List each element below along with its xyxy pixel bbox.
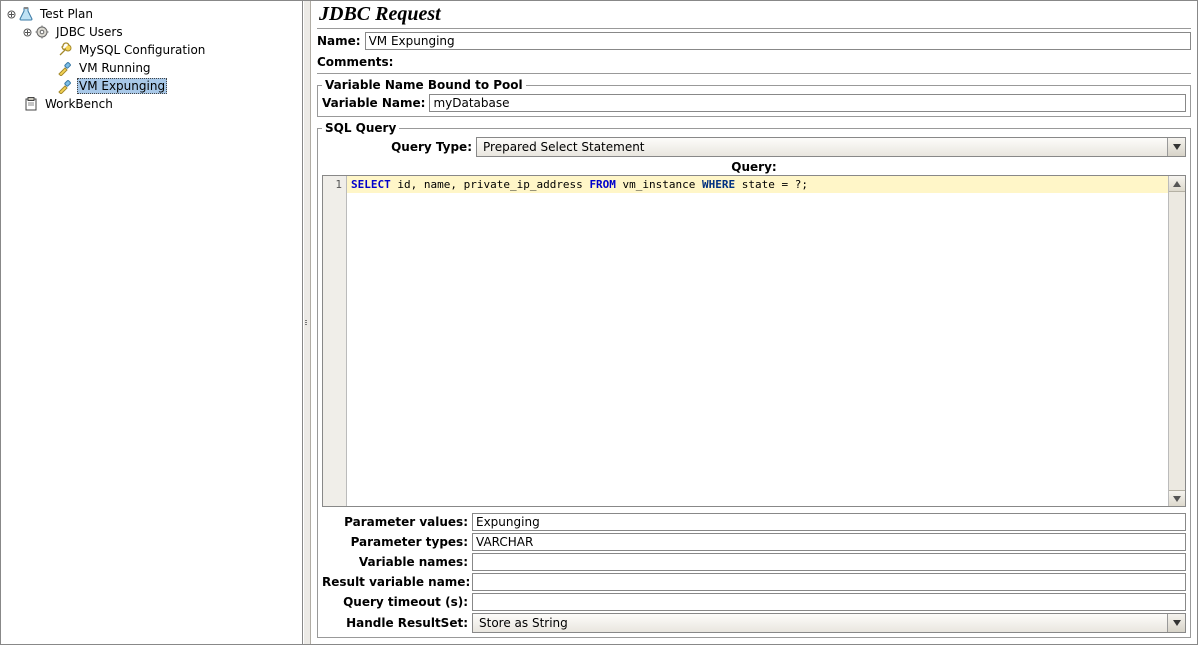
handle-resultset-label: Handle ResultSet:: [322, 616, 472, 630]
tree-toggle-icon[interactable]: [7, 10, 16, 19]
editor-text[interactable]: SELECT id, name, private_ip_address FROM…: [347, 176, 1168, 506]
query-type-value: Prepared Select Statement: [477, 138, 1167, 156]
gear-icon: [34, 24, 50, 40]
result-var-field[interactable]: [472, 573, 1186, 591]
tree-node-vm-expunging[interactable]: VM Expunging: [5, 77, 298, 95]
tree-node-workbench[interactable]: WorkBench: [5, 95, 298, 113]
param-values-field[interactable]: [472, 513, 1186, 531]
query-type-label: Query Type:: [322, 140, 472, 154]
dropper-icon: [57, 78, 73, 94]
comments-label: Comments:: [317, 55, 397, 69]
sql-legend: SQL Query: [322, 121, 399, 135]
tree-label: JDBC Users: [54, 25, 125, 39]
name-label: Name:: [317, 34, 365, 48]
varname-field[interactable]: [429, 94, 1186, 112]
param-values-label: Parameter values:: [322, 515, 472, 529]
tree-node-mysql-config[interactable]: MySQL Configuration: [5, 41, 298, 59]
tree-label-selected: VM Expunging: [77, 78, 167, 94]
var-names-label: Variable names:: [322, 555, 472, 569]
clipboard-icon: [23, 96, 39, 112]
query-label: Query:: [322, 160, 1186, 174]
sql-fieldset: SQL Query Query Type: Prepared Select St…: [317, 121, 1191, 638]
tree-panel: Test Plan JDBC Users MySQL Configuration…: [1, 1, 303, 644]
form-panel: JDBC Request Name: Comments: Variable Na…: [311, 1, 1197, 644]
tree-label: Test Plan: [38, 7, 95, 21]
query-timeout-field[interactable]: [472, 593, 1186, 611]
pool-fieldset: Variable Name Bound to Pool Variable Nam…: [317, 78, 1191, 117]
query-timeout-label: Query timeout (s):: [322, 595, 472, 609]
editor-scrollbar[interactable]: [1168, 176, 1185, 506]
dropper-icon: [57, 60, 73, 76]
page-title: JDBC Request: [317, 3, 1191, 29]
param-types-label: Parameter types:: [322, 535, 472, 549]
varname-label: Variable Name:: [322, 96, 425, 110]
tree-label: WorkBench: [43, 97, 115, 111]
sql-editor[interactable]: 1 SELECT id, name, private_ip_address FR…: [322, 175, 1186, 507]
comments-field[interactable]: [397, 53, 1191, 71]
handle-resultset-select[interactable]: Store as String: [472, 613, 1186, 633]
tree-node-test-plan[interactable]: Test Plan: [5, 5, 298, 23]
editor-gutter: 1: [323, 176, 347, 506]
line-number: 1: [323, 178, 342, 191]
chevron-down-icon[interactable]: [1167, 614, 1185, 632]
flask-icon: [18, 6, 34, 22]
split-handle[interactable]: [303, 1, 311, 644]
tree-label: MySQL Configuration: [77, 43, 207, 57]
scroll-down-icon[interactable]: [1169, 490, 1185, 506]
tree-label: VM Running: [77, 61, 153, 75]
tree-toggle-icon[interactable]: [23, 28, 32, 37]
wrench-icon: [57, 42, 73, 58]
var-names-field[interactable]: [472, 553, 1186, 571]
result-var-label: Result variable name:: [322, 575, 472, 589]
pool-legend: Variable Name Bound to Pool: [322, 78, 526, 92]
query-type-select[interactable]: Prepared Select Statement: [476, 137, 1186, 157]
handle-resultset-value: Store as String: [473, 614, 1167, 632]
param-types-field[interactable]: [472, 533, 1186, 551]
scroll-track[interactable]: [1169, 192, 1185, 490]
scroll-up-icon[interactable]: [1169, 176, 1185, 192]
tree-node-vm-running[interactable]: VM Running: [5, 59, 298, 77]
chevron-down-icon[interactable]: [1167, 138, 1185, 156]
name-field[interactable]: [365, 32, 1191, 50]
tree-node-jdbc-users[interactable]: JDBC Users: [5, 23, 298, 41]
